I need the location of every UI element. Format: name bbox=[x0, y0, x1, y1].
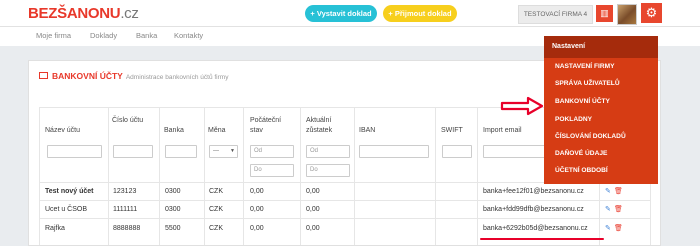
caret-down-icon: ▼ bbox=[230, 148, 235, 154]
menu-item-accounting-period[interactable]: ÚČETNÍ OBDOBÍ bbox=[555, 167, 608, 174]
column-header[interactable]: Aktuální zůstatek bbox=[306, 116, 352, 136]
initial-balance: 0,00 bbox=[250, 188, 264, 195]
column-header[interactable]: Počáteční stav bbox=[250, 116, 295, 136]
pointer-arrow-icon bbox=[500, 96, 544, 116]
menu-item-cash-registers[interactable]: POKLADNY bbox=[555, 116, 592, 123]
account-number: 123123 bbox=[113, 188, 137, 195]
menu-item-bank-accounts[interactable]: BANKOVNÍ ÚČTY bbox=[555, 98, 610, 105]
gear-icon[interactable]: ⚙ bbox=[641, 3, 662, 23]
logo[interactable]: BEZŠANONU.cz bbox=[28, 5, 139, 22]
current-balance: 0,00 bbox=[306, 225, 320, 232]
menu-item-user-management[interactable]: SPRÁVA UŽIVATELŮ bbox=[555, 80, 620, 87]
create-document-button[interactable]: + Vystavit doklad bbox=[305, 5, 377, 22]
page-title: BANKOVNÍ ÚČTY Administrace bankovních účt… bbox=[39, 71, 228, 81]
col-divider bbox=[204, 107, 205, 245]
trash-icon[interactable]: 🗑 bbox=[614, 187, 623, 195]
filter-iban-input[interactable] bbox=[359, 145, 429, 158]
panel-subtitle: Administrace bankovních účtů firmy bbox=[125, 74, 229, 81]
pencil-icon[interactable]: ✎ bbox=[605, 224, 611, 232]
import-email: banka+fee12f01@bezsanonu.cz bbox=[483, 188, 584, 195]
col-divider bbox=[159, 107, 160, 245]
col-divider bbox=[477, 107, 478, 245]
nav-item-documents[interactable]: Doklady bbox=[90, 31, 117, 40]
menu-item-document-numbering[interactable]: ČÍSLOVÁNÍ DOKLADŮ bbox=[555, 133, 626, 140]
account-name[interactable]: Test nový účet bbox=[45, 188, 94, 195]
import-email: banka+6292b05d@bezsanonu.cz bbox=[483, 225, 588, 232]
trash-icon[interactable]: 🗑 bbox=[614, 224, 623, 232]
filter-swift-input[interactable] bbox=[442, 145, 472, 158]
initial-balance: 0,00 bbox=[250, 206, 264, 213]
row-separator bbox=[39, 200, 650, 201]
avatar[interactable] bbox=[617, 4, 637, 25]
panel-title-text: BANKOVNÍ ÚČTY bbox=[52, 71, 123, 81]
menu-item-tax-data[interactable]: DAŇOVÉ ÚDAJE bbox=[555, 150, 607, 157]
company-selector[interactable]: TESTOVACÍ FIRMA 4 bbox=[518, 5, 593, 24]
import-email: banka+fdd99dfb@bezsanonu.cz bbox=[483, 206, 584, 213]
filter-name-input[interactable] bbox=[47, 145, 102, 158]
pencil-icon[interactable]: ✎ bbox=[605, 187, 611, 195]
settings-menu: Nastavení NASTAVENÍ FIRMY SPRÁVA UŽIVATE… bbox=[544, 36, 658, 184]
column-header[interactable]: Import email bbox=[483, 126, 543, 136]
filter-number-input[interactable] bbox=[113, 145, 153, 158]
receive-document-button[interactable]: + Přijmout doklad bbox=[383, 5, 457, 22]
pencil-icon[interactable]: ✎ bbox=[605, 205, 611, 213]
currency: CZK bbox=[209, 206, 223, 213]
highlight-underline bbox=[480, 238, 604, 240]
row-separator bbox=[39, 218, 650, 219]
col-divider bbox=[243, 107, 244, 245]
account-name[interactable]: Rajfka bbox=[45, 225, 65, 232]
menu-item-company-settings[interactable]: NASTAVENÍ FIRMY bbox=[555, 63, 614, 70]
account-name[interactable]: Ucet u ČSOB bbox=[45, 206, 87, 213]
currency: CZK bbox=[209, 225, 223, 232]
col-divider bbox=[39, 107, 40, 245]
building-icon[interactable]: ▥ bbox=[596, 5, 613, 22]
filter-bank-input[interactable] bbox=[165, 145, 197, 158]
col-divider bbox=[354, 107, 355, 245]
column-header[interactable]: Banka bbox=[164, 126, 198, 136]
col-divider bbox=[108, 107, 109, 245]
nav-item-contacts[interactable]: Kontakty bbox=[174, 31, 203, 40]
nav-item-bank[interactable]: Banka bbox=[136, 31, 157, 40]
column-header[interactable]: IBAN bbox=[359, 126, 399, 136]
bank-code: 0300 bbox=[165, 188, 181, 195]
currency: CZK bbox=[209, 188, 223, 195]
bank-code: 0300 bbox=[165, 206, 181, 213]
bank-code: 5500 bbox=[165, 225, 181, 232]
column-header[interactable]: Číslo účtu bbox=[112, 116, 146, 126]
filter-initial-to-input[interactable]: Do bbox=[250, 164, 294, 177]
col-divider bbox=[435, 107, 436, 245]
account-number: 1111111 bbox=[113, 206, 138, 213]
initial-balance: 0,00 bbox=[250, 225, 264, 232]
account-number: 8888888 bbox=[113, 225, 141, 232]
column-header[interactable]: Měna bbox=[208, 126, 242, 136]
currency-select-value: --- bbox=[213, 148, 219, 154]
trash-icon[interactable]: 🗑 bbox=[614, 205, 623, 213]
column-header[interactable]: Název účtu bbox=[45, 126, 105, 136]
filter-current-from-input[interactable]: Od bbox=[306, 145, 350, 158]
current-balance: 0,00 bbox=[306, 188, 320, 195]
col-divider bbox=[300, 107, 301, 245]
top-bar: BEZŠANONU.cz + Vystavit doklad + Přijmou… bbox=[0, 0, 700, 27]
settings-menu-title: Nastavení bbox=[544, 36, 658, 58]
current-balance: 0,00 bbox=[306, 206, 320, 213]
bank-card-icon bbox=[39, 72, 48, 79]
filter-initial-from-input[interactable]: Od bbox=[250, 145, 294, 158]
nav-item-company[interactable]: Moje firma bbox=[36, 31, 71, 40]
column-header[interactable]: SWIFT bbox=[441, 126, 475, 136]
logo-part-3: .cz bbox=[120, 5, 139, 22]
logo-part-2: ŠANONU bbox=[57, 5, 121, 22]
filter-current-to-input[interactable]: Do bbox=[306, 164, 350, 177]
logo-part-1: BEZ bbox=[28, 5, 58, 22]
filter-currency-select[interactable]: --- ▼ bbox=[209, 145, 238, 158]
